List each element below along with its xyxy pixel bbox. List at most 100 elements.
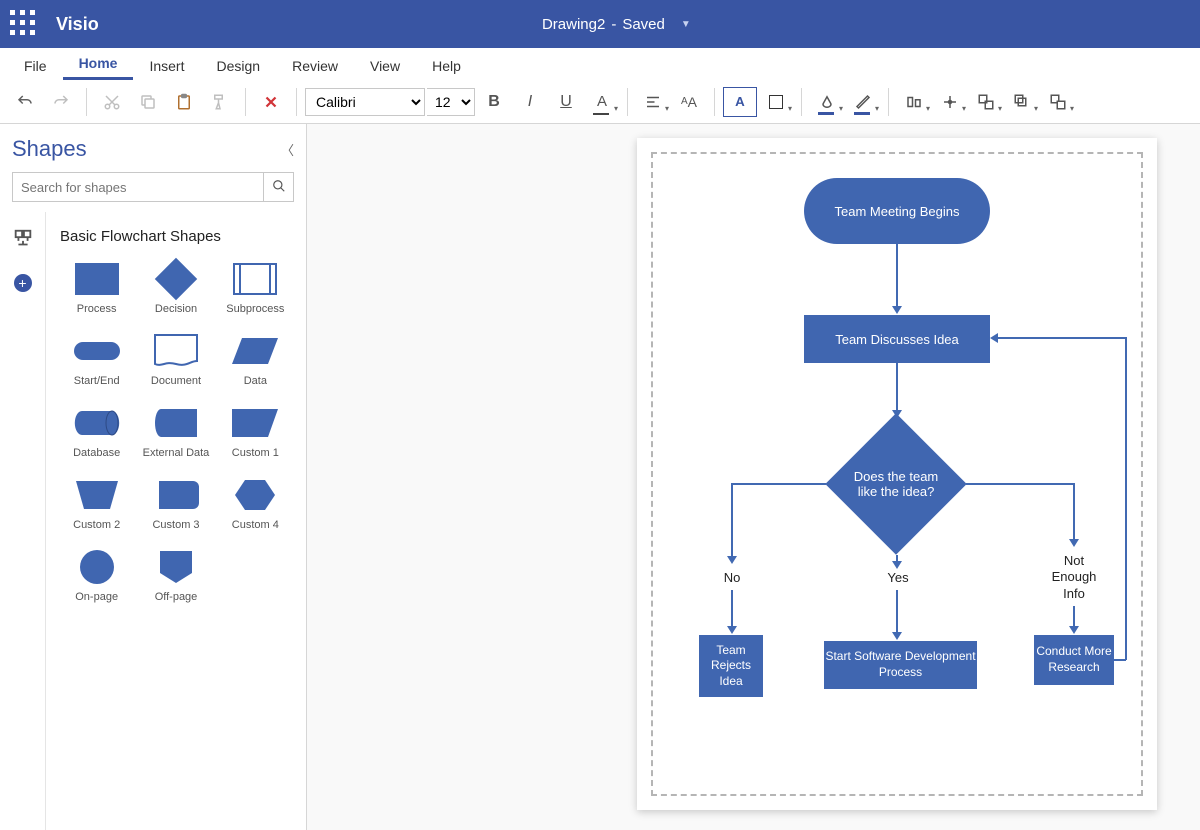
- separator: [296, 88, 297, 116]
- tab-help[interactable]: Help: [416, 52, 477, 80]
- delete-button[interactable]: [254, 87, 288, 117]
- connector[interactable]: [1125, 337, 1127, 660]
- shape-custom-2[interactable]: Custom 2: [60, 477, 133, 531]
- group-button[interactable]: ▾: [969, 87, 1003, 117]
- document-title[interactable]: Drawing2 - Saved ▼: [99, 16, 1134, 33]
- cut-button[interactable]: [95, 87, 129, 117]
- copy-button[interactable]: [131, 87, 165, 117]
- connector[interactable]: [1073, 606, 1075, 628]
- shape-off-page[interactable]: Off-page: [139, 549, 212, 603]
- collapse-panel-icon[interactable]: 〈: [281, 140, 294, 159]
- connector[interactable]: [731, 483, 733, 558]
- shape-start-end[interactable]: Start/End: [60, 333, 133, 387]
- shape-database[interactable]: Database: [60, 405, 133, 459]
- tab-insert[interactable]: Insert: [133, 52, 200, 80]
- arrow-down-icon: [1069, 626, 1079, 634]
- tab-home[interactable]: Home: [63, 49, 134, 80]
- bold-button[interactable]: B: [477, 87, 511, 117]
- arrow-down-icon: [727, 556, 737, 564]
- node-reject[interactable]: Team Rejects Idea: [699, 635, 763, 697]
- shape-custom-3[interactable]: Custom 3: [139, 477, 212, 531]
- tab-view[interactable]: View: [354, 52, 416, 80]
- text-size-button[interactable]: AA: [672, 87, 706, 117]
- font-size-select[interactable]: 12: [427, 88, 475, 116]
- app-name: Visio: [56, 14, 99, 35]
- shape-data[interactable]: Data: [219, 333, 292, 387]
- text-tool-button[interactable]: A: [723, 87, 757, 117]
- toolbar: Calibri 12 B I U A▾ ▾ AA A ▾ ▾ ▾ ▾ ▾ ▾ ▾…: [0, 80, 1200, 124]
- document-status: Saved: [622, 16, 665, 33]
- separator: [86, 88, 87, 116]
- titlebar: Visio Drawing2 - Saved ▼: [0, 0, 1200, 48]
- canvas[interactable]: Team Meeting Begins Team Discusses Idea …: [307, 124, 1200, 830]
- stencil-icon[interactable]: [12, 228, 34, 250]
- shape-subprocess[interactable]: Subprocess: [219, 261, 292, 315]
- node-start-dev[interactable]: Start Software Development Process: [824, 641, 977, 689]
- separator: [714, 88, 715, 116]
- tab-file[interactable]: File: [8, 52, 63, 80]
- arrow-left-icon: [990, 333, 998, 343]
- separator: [245, 88, 246, 116]
- connector[interactable]: [731, 590, 733, 628]
- arrow-down-icon: [892, 632, 902, 640]
- label-no: No: [719, 570, 745, 585]
- shape-document[interactable]: Document: [139, 333, 212, 387]
- shape-rail: +: [0, 212, 46, 830]
- label-yes: Yes: [883, 570, 913, 585]
- shape-search: [12, 172, 294, 202]
- node-start[interactable]: Team Meeting Begins: [804, 178, 990, 244]
- connector[interactable]: [731, 483, 826, 485]
- underline-button[interactable]: U: [549, 87, 583, 117]
- redo-button[interactable]: [44, 87, 78, 117]
- connector[interactable]: [966, 483, 1075, 485]
- connector[interactable]: [1073, 483, 1075, 541]
- search-input[interactable]: [13, 173, 263, 201]
- bring-front-button[interactable]: ▾: [1005, 87, 1039, 117]
- paste-button[interactable]: [167, 87, 201, 117]
- document-name: Drawing2: [542, 16, 605, 33]
- add-stencil-button[interactable]: +: [14, 274, 32, 292]
- italic-button[interactable]: I: [513, 87, 547, 117]
- main-area: Shapes 〈 + Basic Flowchart Shapes Pro: [0, 124, 1200, 830]
- shape-outline-button[interactable]: ▾: [846, 87, 880, 117]
- shape-custom-1[interactable]: Custom 1: [219, 405, 292, 459]
- connector[interactable]: [896, 590, 898, 634]
- node-research[interactable]: Conduct More Research: [1034, 635, 1114, 685]
- shapes-panel: Shapes 〈 + Basic Flowchart Shapes Pro: [0, 124, 307, 830]
- chevron-down-icon[interactable]: ▼: [681, 19, 691, 30]
- position-button[interactable]: ▾: [933, 87, 967, 117]
- font-color-button[interactable]: A▾: [585, 87, 619, 117]
- arrow-down-icon: [727, 626, 737, 634]
- undo-button[interactable]: [8, 87, 42, 117]
- fill-color-button[interactable]: ▾: [759, 87, 793, 117]
- separator: [888, 88, 889, 116]
- tab-design[interactable]: Design: [200, 52, 276, 80]
- shape-grid: Process Decision Subprocess Start/End Do…: [60, 261, 292, 603]
- arrange-align-button[interactable]: ▾: [897, 87, 931, 117]
- align-button[interactable]: ▾: [636, 87, 670, 117]
- send-back-button[interactable]: ▾: [1041, 87, 1075, 117]
- drawing-page[interactable]: Team Meeting Begins Team Discusses Idea …: [637, 138, 1157, 810]
- arrow-down-icon: [892, 561, 902, 569]
- shape-category-title: Basic Flowchart Shapes: [60, 228, 292, 245]
- app-launcher-icon[interactable]: [10, 10, 38, 38]
- shape-on-page[interactable]: On-page: [60, 549, 133, 603]
- search-button[interactable]: [263, 173, 293, 201]
- shapes-panel-title: Shapes: [12, 136, 87, 162]
- connector[interactable]: [896, 363, 898, 412]
- shape-external-data[interactable]: External Data: [139, 405, 212, 459]
- shape-custom-4[interactable]: Custom 4: [219, 477, 292, 531]
- connector[interactable]: [896, 244, 898, 308]
- separator: [801, 88, 802, 116]
- arrow-down-icon: [892, 306, 902, 314]
- shape-fill-button[interactable]: ▾: [810, 87, 844, 117]
- node-discuss[interactable]: Team Discusses Idea: [804, 315, 990, 363]
- connector[interactable]: [997, 337, 1126, 339]
- shape-decision[interactable]: Decision: [139, 261, 212, 315]
- shape-process[interactable]: Process: [60, 261, 133, 315]
- separator: [627, 88, 628, 116]
- format-painter-button[interactable]: [203, 87, 237, 117]
- label-more-info: Not Enough Info: [1048, 553, 1100, 602]
- tab-review[interactable]: Review: [276, 52, 354, 80]
- font-family-select[interactable]: Calibri: [305, 88, 425, 116]
